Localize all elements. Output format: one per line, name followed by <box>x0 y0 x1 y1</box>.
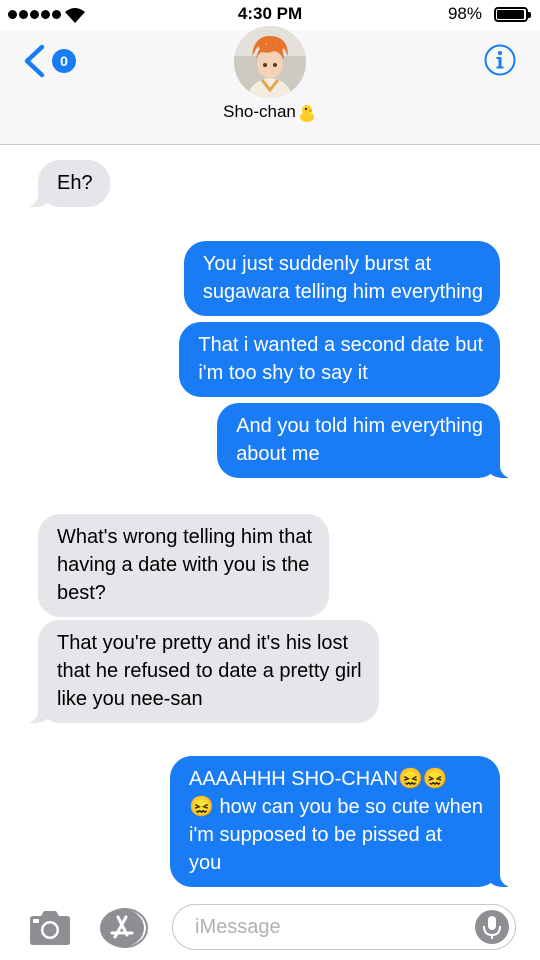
message-text: What's wrong telling him that having a d… <box>57 526 313 604</box>
message-text: Eh? <box>57 172 93 194</box>
microphone-icon[interactable] <box>474 909 510 945</box>
message-text: That i wanted a second date but i'm too … <box>198 334 483 384</box>
imessage-screen: 4:30 PM 98% 0 Sho-chan Eh? You just sudd… <box>0 0 540 960</box>
compose-bar: iMessage <box>0 890 540 960</box>
back-button[interactable]: 0 <box>20 44 76 78</box>
message-bubble-incoming[interactable]: Eh? <box>20 160 110 207</box>
avatar[interactable] <box>234 26 306 98</box>
conversation-header: 0 Sho-chan <box>0 26 540 145</box>
imessage-input[interactable]: iMessage <box>172 904 516 950</box>
message-text: And you told him everything about me <box>236 415 483 465</box>
message-bubble-outgoing[interactable]: And you told him everything about me <box>217 403 518 478</box>
battery-fill <box>497 10 525 19</box>
message-thread[interactable]: Eh? You just suddenly burst at sugawara … <box>0 145 540 890</box>
message-bubble-outgoing[interactable]: That i wanted a second date but i'm too … <box>179 322 500 397</box>
contact-name[interactable]: Sho-chan <box>0 102 540 123</box>
message-text: You just suddenly burst at sugawara tell… <box>202 253 483 303</box>
avatar-image <box>234 26 306 98</box>
unread-badge: 0 <box>52 49 76 73</box>
battery-percentage: 98% <box>447 4 482 23</box>
message-bubble-outgoing[interactable]: You just suddenly burst at sugawara tell… <box>183 241 500 316</box>
contact-name-text: Sho-chan <box>223 102 296 121</box>
battery-icon <box>494 7 531 22</box>
chick-emoji-icon <box>299 104 314 122</box>
camera-icon[interactable] <box>28 910 72 946</box>
message-text: AAAAHHH SHO-CHAN😖😖 😖 how can you be so c… <box>189 768 483 874</box>
message-bubble-incoming[interactable]: That you're pretty and it's his lost tha… <box>20 620 379 723</box>
info-icon[interactable] <box>484 44 516 76</box>
app-store-icon[interactable] <box>98 908 150 948</box>
imessage-placeholder: iMessage <box>195 915 281 938</box>
message-bubble-outgoing[interactable]: AAAAHHH SHO-CHAN😖😖 😖 how can you be so c… <box>170 756 518 887</box>
message-text: That you're pretty and it's his lost tha… <box>57 632 362 710</box>
message-bubble-incoming[interactable]: What's wrong telling him that having a d… <box>38 514 330 617</box>
back-chevron-icon <box>24 44 45 78</box>
